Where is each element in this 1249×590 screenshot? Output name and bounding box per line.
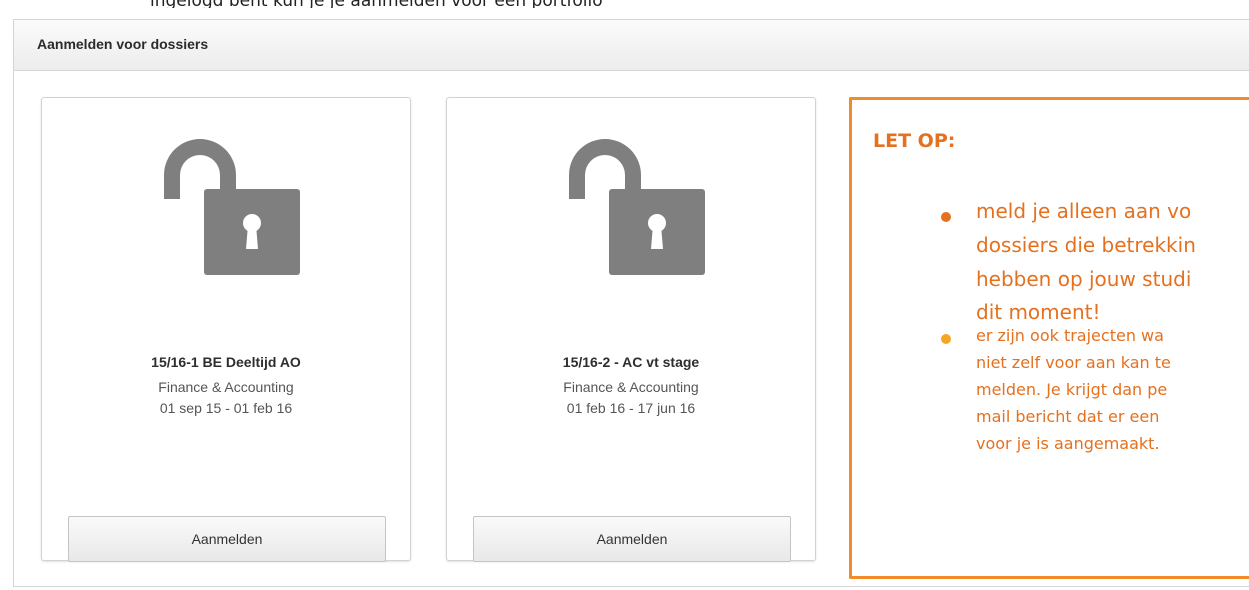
- dossier-card: 15/16-1 BE Deeltijd AO Finance & Account…: [41, 97, 411, 562]
- notice-text: niet zelf voor aan kan te: [976, 353, 1171, 372]
- dossier-dates: 01 feb 16 - 17 jun 16: [566, 400, 696, 416]
- dossier-signup-panel: Aanmelden voor dossiers 15/16-1 BE Deelt…: [13, 19, 1249, 587]
- bullet-icon: [941, 334, 951, 344]
- dossier-title: 15/16-2 - AC vt stage: [562, 354, 700, 370]
- unlocked-padlock-icon: [569, 139, 705, 275]
- notice-box: LET OP: meld je alleen aan vo dossiers d…: [849, 97, 1249, 579]
- panel-header: Aanmelden voor dossiers: [14, 20, 1249, 71]
- aanmelden-button[interactable]: Aanmelden: [473, 516, 791, 562]
- dossier-card: 15/16-2 - AC vt stage Finance & Accounti…: [446, 97, 816, 562]
- dossier-dates: 01 sep 15 - 01 feb 16: [159, 400, 293, 416]
- notice-text: dit moment!: [976, 300, 1101, 324]
- panel-title: Aanmelden voor dossiers: [37, 36, 209, 52]
- bullet-icon: [941, 212, 951, 222]
- dossier-subtitle: Finance & Accounting: [158, 379, 294, 395]
- notice-text: meld je alleen aan vo: [976, 199, 1192, 223]
- notice-text: voor je is aangemaakt.: [976, 434, 1160, 453]
- dossier-subtitle: Finance & Accounting: [563, 379, 699, 395]
- unlocked-padlock-icon: [164, 139, 300, 275]
- notice-text: er zijn ook trajecten wa: [976, 326, 1164, 345]
- notice-text: hebben op jouw studi: [976, 267, 1192, 291]
- notice-list: meld je alleen aan vo dossiers die betre…: [852, 100, 1249, 576]
- notice-text: mail bericht dat er een: [976, 407, 1160, 426]
- notice-text: melden. Je krijgt dan pe: [976, 380, 1168, 399]
- dossier-title: 15/16-1 BE Deeltijd AO: [151, 354, 301, 370]
- aanmelden-button[interactable]: Aanmelden: [68, 516, 386, 562]
- notice-text: dossiers die betrekkin: [976, 233, 1196, 257]
- page-caption-fragment: ingelogd bent kun je je aanmelden voor e…: [0, 0, 1249, 8]
